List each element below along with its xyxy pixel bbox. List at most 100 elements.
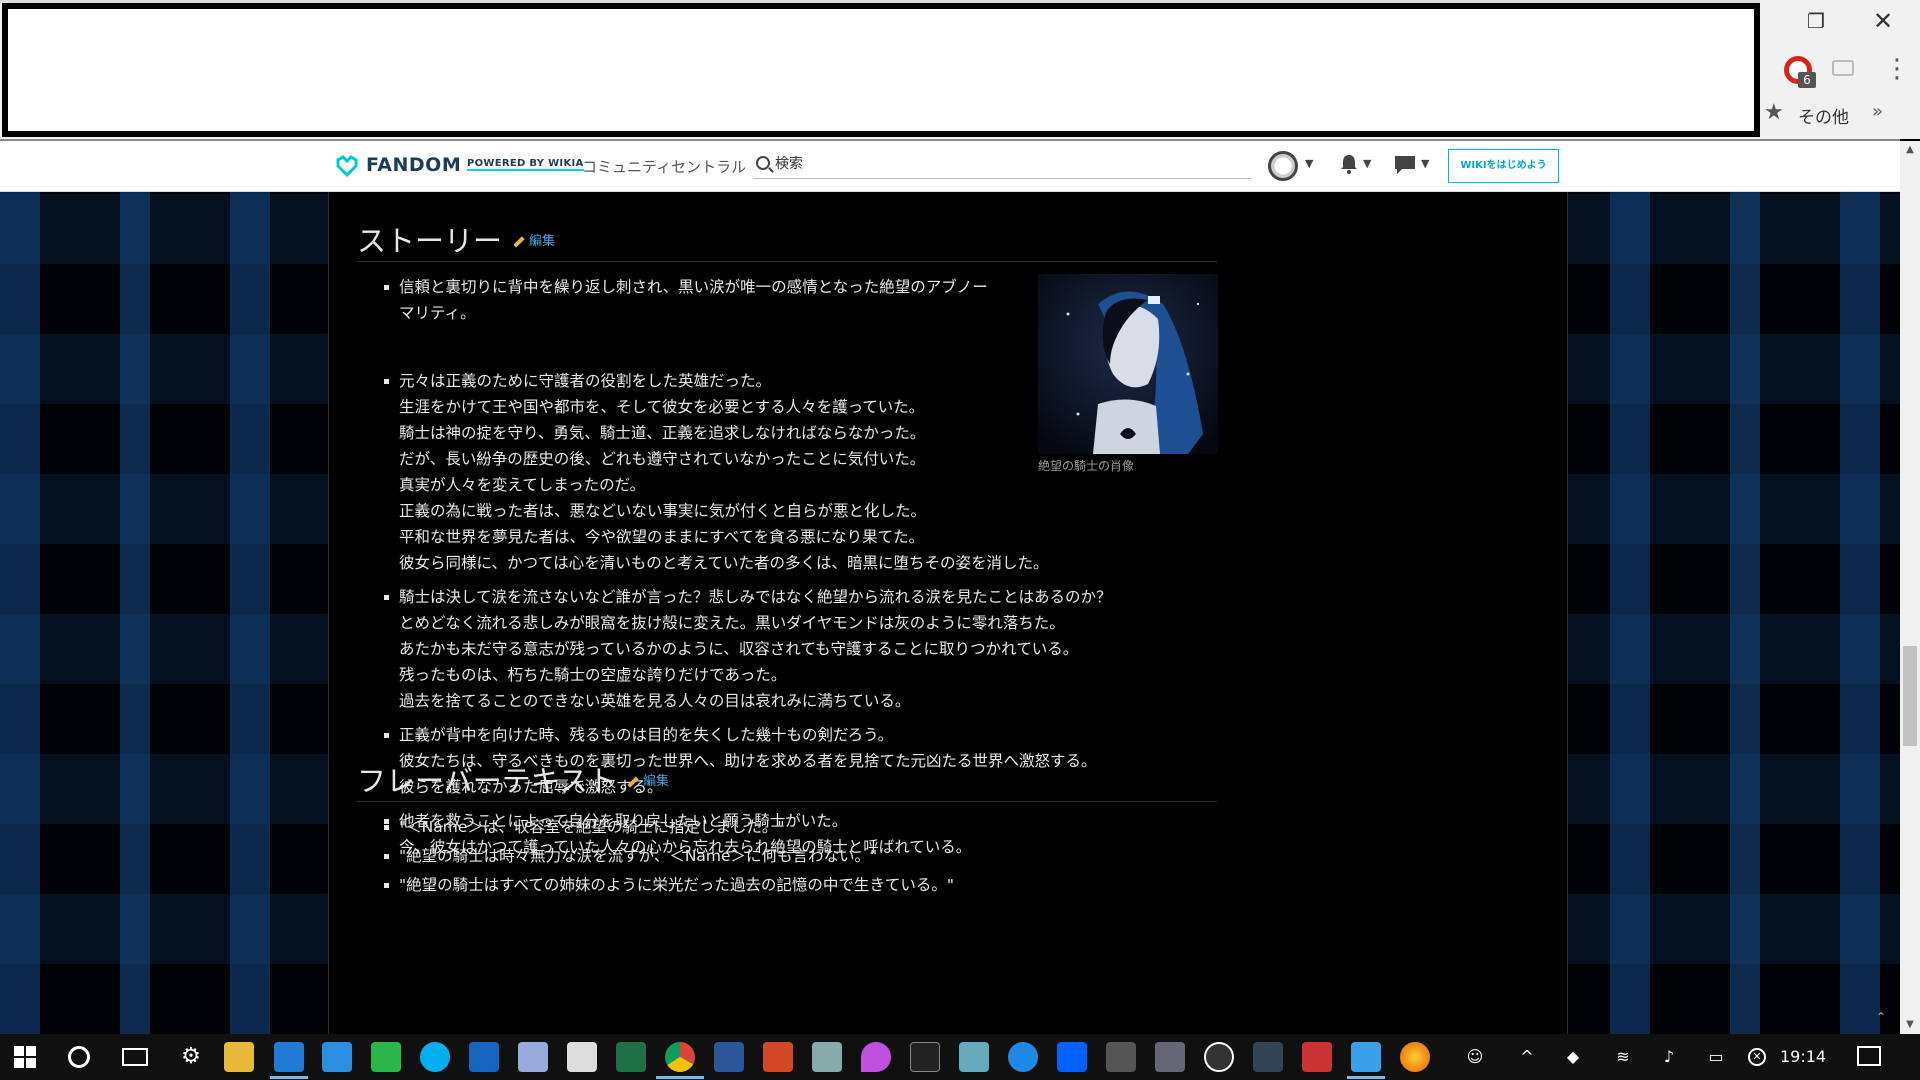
start-icon[interactable] bbox=[14, 1046, 36, 1068]
page-scrollbar[interactable]: ▲ ▼ bbox=[1900, 141, 1920, 1034]
bell-icon[interactable] bbox=[1340, 154, 1358, 174]
edit-label[interactable]: 編集 bbox=[529, 234, 555, 249]
other-bookmarks[interactable]: その他 bbox=[1798, 103, 1849, 128]
chevron-down-icon[interactable]: ▼ bbox=[1421, 157, 1429, 170]
browser-chrome: ❐ ✕ 6 ⋮ ★ その他 » bbox=[0, 0, 1920, 139]
list-item: "絶望の騎士は時々無力な涙を流すが、＜Name＞に何も言わない。" bbox=[383, 843, 954, 869]
fandom-logo[interactable]: FANDOM bbox=[366, 154, 461, 176]
community-central-link[interactable]: コミュニティセントラル bbox=[582, 156, 746, 177]
scroll-up-icon[interactable]: ▲ bbox=[1900, 141, 1920, 159]
edit-link[interactable]: 編集 bbox=[513, 230, 555, 249]
app-icon[interactable] bbox=[1008, 1042, 1038, 1072]
app-icon[interactable] bbox=[1253, 1042, 1283, 1072]
wifi-icon[interactable]: ≋ bbox=[1614, 1048, 1632, 1066]
list-line: とめどなく流れる悲しみが眼窩を抜け殻に変えた。黒いダイヤモンドは灰のように零れ落… bbox=[399, 614, 1065, 632]
mail-icon[interactable] bbox=[567, 1042, 597, 1072]
cortana-icon[interactable] bbox=[68, 1046, 90, 1068]
close-window-button[interactable]: ✕ bbox=[1865, 6, 1901, 36]
flavor-list: "＜Name＞は、収容室を絶望の騎士に指定しました。" "絶望の騎士は時々無力な… bbox=[383, 814, 955, 898]
app-icon[interactable] bbox=[1204, 1042, 1234, 1072]
page-viewport: FANDOM POWERED BY WIKIA コミュニティセントラル ▼ ▼ … bbox=[0, 141, 1900, 1034]
edit-link[interactable]: 編集 bbox=[627, 770, 669, 789]
line-icon[interactable] bbox=[371, 1042, 401, 1072]
fandom-logo-icon[interactable] bbox=[336, 155, 358, 177]
app-icon[interactable] bbox=[959, 1042, 989, 1072]
list-item: 信頼と裏切りに背中を繰り返し刺され、黒い涙が唯一の感情となった絶望のアブノー マ… bbox=[384, 274, 1112, 326]
firefox-icon[interactable] bbox=[1400, 1042, 1430, 1072]
extension-badge: 6 bbox=[1798, 72, 1816, 88]
list-line: "絶望の騎士はすべての姉妹のように栄光だった過去の記憶の中で生きている。" bbox=[399, 876, 955, 894]
browser-menu-icon[interactable]: ⋮ bbox=[1884, 54, 1910, 84]
app-icon[interactable] bbox=[1302, 1042, 1332, 1072]
error-icon[interactable]: ✕ bbox=[1748, 1048, 1766, 1066]
list-line: マリティ。 bbox=[399, 304, 476, 322]
volume-icon[interactable]: ♪ bbox=[1660, 1048, 1678, 1066]
scroll-down-icon[interactable]: ▼ bbox=[1900, 1016, 1920, 1034]
settings-icon[interactable]: ⚙ bbox=[176, 1042, 206, 1072]
people-icon[interactable]: ☺ bbox=[1466, 1048, 1484, 1066]
chevron-up-icon[interactable]: ^ bbox=[1518, 1048, 1536, 1066]
list-line: 信頼と裏切りに背中を繰り返し刺され、黒い涙が唯一の感情となった絶望のアブノー bbox=[399, 278, 988, 296]
restore-window-button[interactable]: ❐ bbox=[1798, 6, 1834, 36]
list-item: "＜Name＞は、収容室を絶望の騎士に指定しました。" bbox=[383, 814, 954, 840]
skype-icon[interactable] bbox=[420, 1042, 450, 1072]
list-item: "絶望の騎士はすべての姉妹のように栄光だった過去の記憶の中で生きている。" bbox=[383, 872, 955, 898]
clock[interactable]: 19:14 bbox=[1780, 1047, 1826, 1066]
powered-by-wikia[interactable]: POWERED BY WIKIA bbox=[467, 158, 584, 171]
list-line: "絶望の騎士は時々無力な涙を流すが、＜Name＞に何も言わない。" bbox=[399, 847, 878, 865]
list-line: 平和な世界を夢見た者は、今や欲望のままにすべてを貪る悪になり果てた。 bbox=[399, 528, 925, 546]
powerpoint-icon[interactable] bbox=[763, 1042, 793, 1072]
list-line: 彼女ら同様に、かつては心を清いものと考えていた者の多くは、暗黒に堕ちその姿を消し… bbox=[399, 554, 1049, 572]
search-box[interactable] bbox=[753, 149, 1251, 179]
scroll-thumb[interactable] bbox=[1903, 646, 1917, 746]
app-icon[interactable] bbox=[1155, 1042, 1185, 1072]
heading-text: ストーリー bbox=[357, 224, 503, 258]
search-input[interactable] bbox=[775, 153, 1245, 175]
bookmarks-overflow-icon[interactable]: » bbox=[1872, 101, 1883, 122]
maps-icon[interactable] bbox=[861, 1042, 891, 1072]
app-icon[interactable] bbox=[812, 1042, 842, 1072]
pencil-icon bbox=[513, 235, 525, 248]
edit-label[interactable]: 編集 bbox=[643, 774, 669, 789]
notification-icon[interactable] bbox=[1857, 1046, 1881, 1066]
heading-text: フレーバーテキスト bbox=[357, 764, 617, 798]
bookmark-star-icon[interactable]: ★ bbox=[1764, 100, 1784, 125]
list-line: あたかも未だ守る意志が残っているかのように、収容されても守護することに取りつかれ… bbox=[399, 640, 1079, 658]
list-line: 元々は正義のために守護者の役割をした英雄だった。 bbox=[399, 372, 772, 390]
list-item: 騎士は決して涙を流さないなど誰が言った？悲しみではなく絶望から流れる涙を見たこと… bbox=[384, 584, 1112, 714]
fandom-global-nav: FANDOM POWERED BY WIKIA コミュニティセントラル ▼ ▼ … bbox=[0, 141, 1900, 192]
terminal-icon[interactable] bbox=[910, 1042, 940, 1072]
app-icon[interactable] bbox=[469, 1042, 499, 1072]
calculator-icon[interactable] bbox=[1106, 1042, 1136, 1072]
list-line: 正義が背中を向けた時、残るものは目的を失くした幾十もの剣だろう。 bbox=[399, 726, 894, 744]
list-line: 真実が人々を変えてしまったのだ。 bbox=[399, 476, 646, 494]
excel-icon[interactable] bbox=[616, 1042, 646, 1072]
scroll-to-top-icon[interactable]: ⌃ bbox=[1870, 1010, 1892, 1032]
word-icon[interactable] bbox=[714, 1042, 744, 1072]
dropbox-icon[interactable] bbox=[1057, 1042, 1087, 1072]
search-icon bbox=[756, 156, 770, 170]
windows-taskbar: ⚙ ☺ ^ ◆ ≋ ♪ ▭ ✕ 19:14 bbox=[0, 1034, 1920, 1080]
pencil-icon bbox=[627, 775, 639, 788]
battery-icon[interactable]: ▭ bbox=[1707, 1048, 1725, 1066]
list-line: だが、長い紛争の歴史の後、どれも遵守されていなかったことに気付いた。 bbox=[399, 450, 926, 468]
task-view-icon[interactable] bbox=[122, 1048, 148, 1066]
chevron-down-icon[interactable]: ▼ bbox=[1305, 157, 1313, 170]
start-wiki-button[interactable]: WIKIをはじめよう bbox=[1448, 149, 1559, 183]
dropbox-tray-icon[interactable]: ◆ bbox=[1564, 1048, 1582, 1066]
avatar[interactable] bbox=[1268, 151, 1298, 181]
redacted-address-area bbox=[2, 3, 1760, 137]
ie-icon[interactable] bbox=[322, 1042, 352, 1072]
edge-icon[interactable] bbox=[274, 1042, 304, 1072]
list-item: 元々は正義のために守護者の役割をした英雄だった。 生涯をかけて王や国や都市を、そ… bbox=[384, 368, 1112, 576]
list-line: 生涯をかけて王や国や都市を、そして彼女を必要とする人々を護っていた。 bbox=[399, 398, 925, 416]
chrome-icon[interactable] bbox=[665, 1042, 695, 1072]
chevron-down-icon[interactable]: ▼ bbox=[1363, 157, 1371, 170]
article-content: ストーリー 編集 絶望の騎士の肖像 信頼と裏切りに背中を繰り返し刺され、黒い涙が… bbox=[328, 192, 1568, 1034]
chat-icon[interactable] bbox=[1394, 155, 1416, 175]
file-explorer-icon[interactable] bbox=[224, 1042, 254, 1072]
camera-extension-icon[interactable] bbox=[1832, 60, 1854, 76]
ie-icon[interactable] bbox=[1351, 1042, 1381, 1072]
app-icon[interactable] bbox=[518, 1042, 548, 1072]
list-line: 騎士は神の掟を守り、勇気、騎士道、正義を追求しなければならなかった。 bbox=[399, 424, 926, 442]
